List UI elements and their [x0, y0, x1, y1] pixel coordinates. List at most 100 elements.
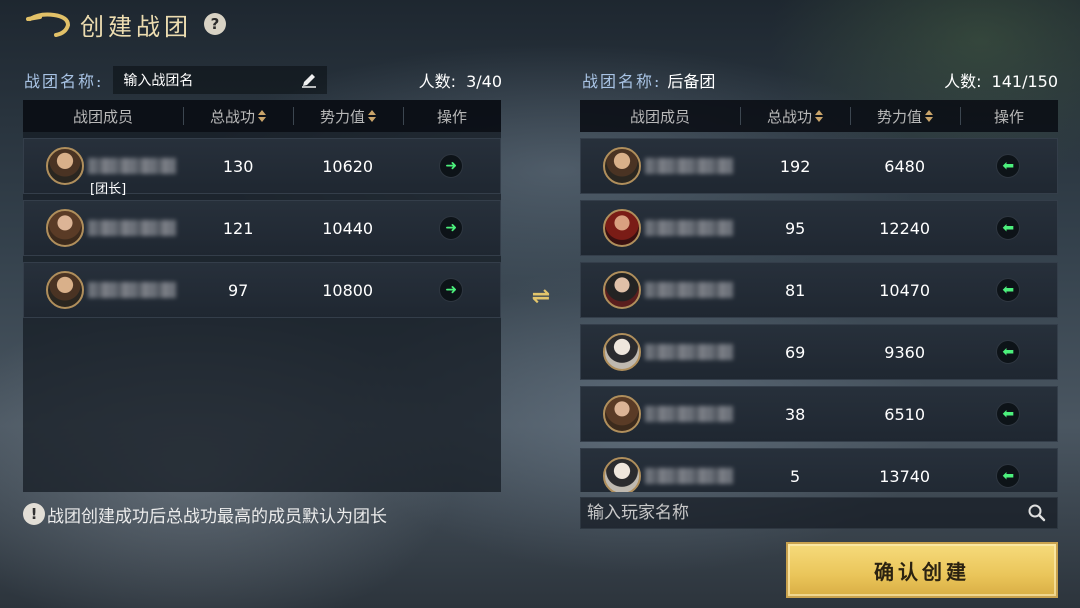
new-squad-member-list: 战团成员 总战功 势力值 操作 [团长] 130 10620 ➜ 121 104… [23, 100, 501, 492]
avatar [46, 147, 84, 185]
move-left-arrow-icon[interactable]: ⬅ [996, 402, 1021, 426]
count-value: 3/40 [466, 72, 502, 91]
move-left-arrow-icon[interactable]: ⬅ [996, 340, 1021, 364]
table-row: 95 12240 ⬅ [580, 200, 1058, 256]
header: 创建战团 ? [26, 6, 226, 42]
squad-name-label: 战团名称: [24, 72, 104, 91]
table-row: 97 10800 ➜ [23, 262, 501, 318]
power-value: 12240 [879, 218, 931, 238]
member-cell [24, 209, 183, 247]
move-right-arrow-icon[interactable]: ➜ [439, 278, 464, 302]
power-value: 9360 [884, 342, 926, 362]
table-header: 战团成员 总战功 势力值 操作 [23, 100, 501, 132]
op-cell: ⬅ [959, 402, 1057, 426]
blurred-player-name [645, 344, 733, 360]
power-value: 6480 [884, 156, 926, 176]
column-merit[interactable]: 总战功 [740, 100, 850, 132]
count-value: 141/150 [991, 72, 1058, 91]
confirm-create-button[interactable]: 确认创建 [786, 542, 1058, 598]
avatar [46, 209, 84, 247]
player-search-input[interactable] [587, 503, 987, 523]
blurred-player-name [88, 158, 176, 174]
merit-value: 69 [784, 342, 806, 362]
power-value: 10620 [322, 156, 374, 176]
blurred-player-name [88, 282, 176, 298]
reserve-squad-name: 后备团 [667, 72, 716, 91]
avatar [603, 147, 641, 185]
reserve-squad-member-list[interactable]: 战团成员 总战功 势力值 操作 192 6480 ⬅ 95 12240 ⬅ 81 [580, 100, 1058, 492]
blurred-player-name [645, 158, 733, 174]
back-arrow-icon[interactable] [26, 9, 74, 39]
pencil-icon[interactable] [301, 72, 317, 88]
op-cell: ➜ [402, 278, 500, 302]
column-operation: 操作 [960, 100, 1058, 132]
member-cell: [团长] [24, 147, 183, 197]
table-row: 69 9360 ⬅ [580, 324, 1058, 380]
column-member: 战团成员 [72, 107, 133, 126]
blurred-player-name [88, 220, 176, 236]
table-header: 战团成员 总战功 势力值 操作 [580, 100, 1058, 132]
squad-name-label: 战团名称: [582, 72, 662, 91]
op-cell: ⬅ [959, 340, 1057, 364]
move-left-arrow-icon[interactable]: ⬅ [996, 464, 1021, 488]
search-icon[interactable] [1027, 503, 1047, 523]
column-operation: 操作 [403, 100, 501, 132]
sort-icon[interactable] [368, 110, 376, 122]
merit-value: 5 [790, 466, 801, 486]
member-cell [581, 395, 740, 433]
info-icon: ! [23, 503, 45, 525]
left-squad-info: 战团名称: 输入战团名 人数: 3/40 [24, 66, 502, 94]
avatar [603, 457, 641, 492]
member-cell [581, 457, 740, 492]
merit-value: 130 [222, 156, 254, 176]
column-merit[interactable]: 总战功 [183, 100, 293, 132]
table-row: [团长] 130 10620 ➜ [23, 138, 501, 197]
count-label: 人数: [418, 72, 457, 91]
merit-value: 121 [222, 218, 254, 238]
right-squad-info: 战团名称: 后备团 人数: 141/150 [582, 66, 1058, 94]
merit-value: 38 [784, 404, 806, 424]
merit-value: 95 [784, 218, 806, 238]
power-value: 10800 [322, 280, 374, 300]
op-cell: ⬅ [959, 216, 1057, 240]
column-power[interactable]: 势力值 [850, 100, 960, 132]
blurred-player-name [645, 220, 733, 236]
column-power[interactable]: 势力值 [293, 100, 403, 132]
member-cell [581, 271, 740, 309]
member-cell [581, 333, 740, 371]
member-cell [581, 147, 740, 185]
avatar [603, 209, 641, 247]
table-row: 121 10440 ➜ [23, 200, 501, 256]
member-cell [581, 209, 740, 247]
power-value: 13740 [879, 466, 931, 486]
avatar [46, 271, 84, 309]
move-left-arrow-icon[interactable]: ⬅ [996, 216, 1021, 240]
sort-icon[interactable] [925, 110, 933, 122]
sort-icon[interactable] [815, 110, 823, 122]
sort-icon[interactable] [258, 110, 266, 122]
blurred-player-name [645, 406, 733, 422]
leader-hint: ! 战团创建成功后总战功最高的成员默认为团长 [23, 501, 387, 527]
left-member-count: 人数: 3/40 [419, 68, 502, 92]
member-cell [24, 271, 183, 309]
move-right-arrow-icon[interactable]: ➜ [439, 154, 464, 178]
count-label: 人数: [944, 72, 982, 91]
move-right-arrow-icon[interactable]: ➜ [439, 216, 464, 240]
move-left-arrow-icon[interactable]: ⬅ [996, 154, 1021, 178]
page-title: 创建战团 [80, 12, 192, 41]
table-row: 192 6480 ⬅ [580, 138, 1058, 194]
avatar [603, 271, 641, 309]
op-cell: ⬅ [959, 154, 1057, 178]
op-cell: ⬅ [959, 464, 1057, 488]
blurred-player-name [645, 468, 733, 484]
avatar [603, 333, 641, 371]
leader-tag: [团长] [90, 182, 127, 197]
help-icon[interactable]: ? [204, 13, 226, 35]
op-cell: ➜ [402, 216, 500, 240]
op-cell: ➜ [402, 154, 500, 178]
move-left-arrow-icon[interactable]: ⬅ [996, 278, 1021, 302]
power-value: 10470 [879, 280, 931, 300]
power-value: 6510 [884, 404, 926, 424]
table-row: 38 6510 ⬅ [580, 386, 1058, 442]
squad-name-input[interactable]: 输入战团名 [113, 66, 328, 94]
